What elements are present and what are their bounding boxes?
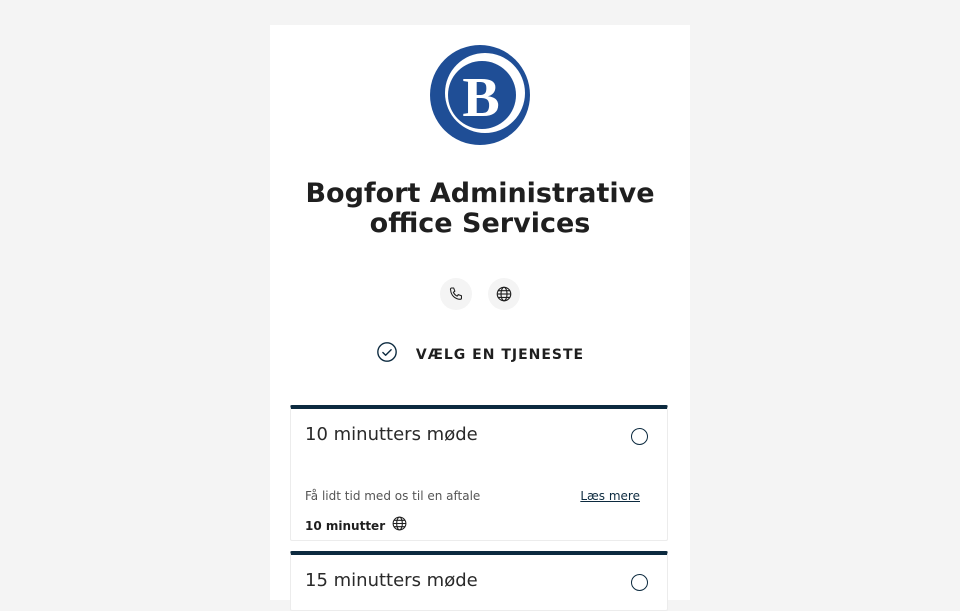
service-radio[interactable] — [631, 428, 648, 445]
step-header: VÆLG EN TJENESTE — [270, 341, 690, 367]
service-name: 10 minutters møde — [305, 424, 478, 445]
service-name: 15 minutters møde — [305, 570, 478, 591]
globe-icon — [495, 285, 513, 303]
globe-icon — [391, 515, 408, 536]
company-logo: B — [427, 42, 533, 148]
logo-emblem: B — [430, 45, 530, 145]
service-radio[interactable] — [631, 574, 648, 591]
step-title: VÆLG EN TJENESTE — [415, 347, 585, 363]
svg-text:B: B — [462, 67, 499, 129]
company-name: Bogfort Administrative office Services — [305, 178, 655, 239]
read-more-link[interactable]: Læs mere — [580, 489, 640, 503]
check-circle-icon — [376, 341, 398, 367]
service-description: Få lidt tid med os til en aftale — [305, 489, 481, 503]
service-card[interactable]: 10 minutters møde Få lidt tid med os til… — [290, 405, 668, 541]
website-button[interactable] — [488, 278, 520, 310]
phone-button[interactable] — [440, 278, 472, 310]
phone-icon — [448, 286, 464, 302]
service-card[interactable]: 15 minutters møde — [290, 551, 668, 611]
booking-panel: B Bogfort Administrative office Services — [270, 25, 690, 611]
service-meta: 10 minutter — [305, 515, 408, 536]
contact-actions — [270, 278, 690, 310]
service-duration: 10 minutter — [305, 518, 386, 533]
